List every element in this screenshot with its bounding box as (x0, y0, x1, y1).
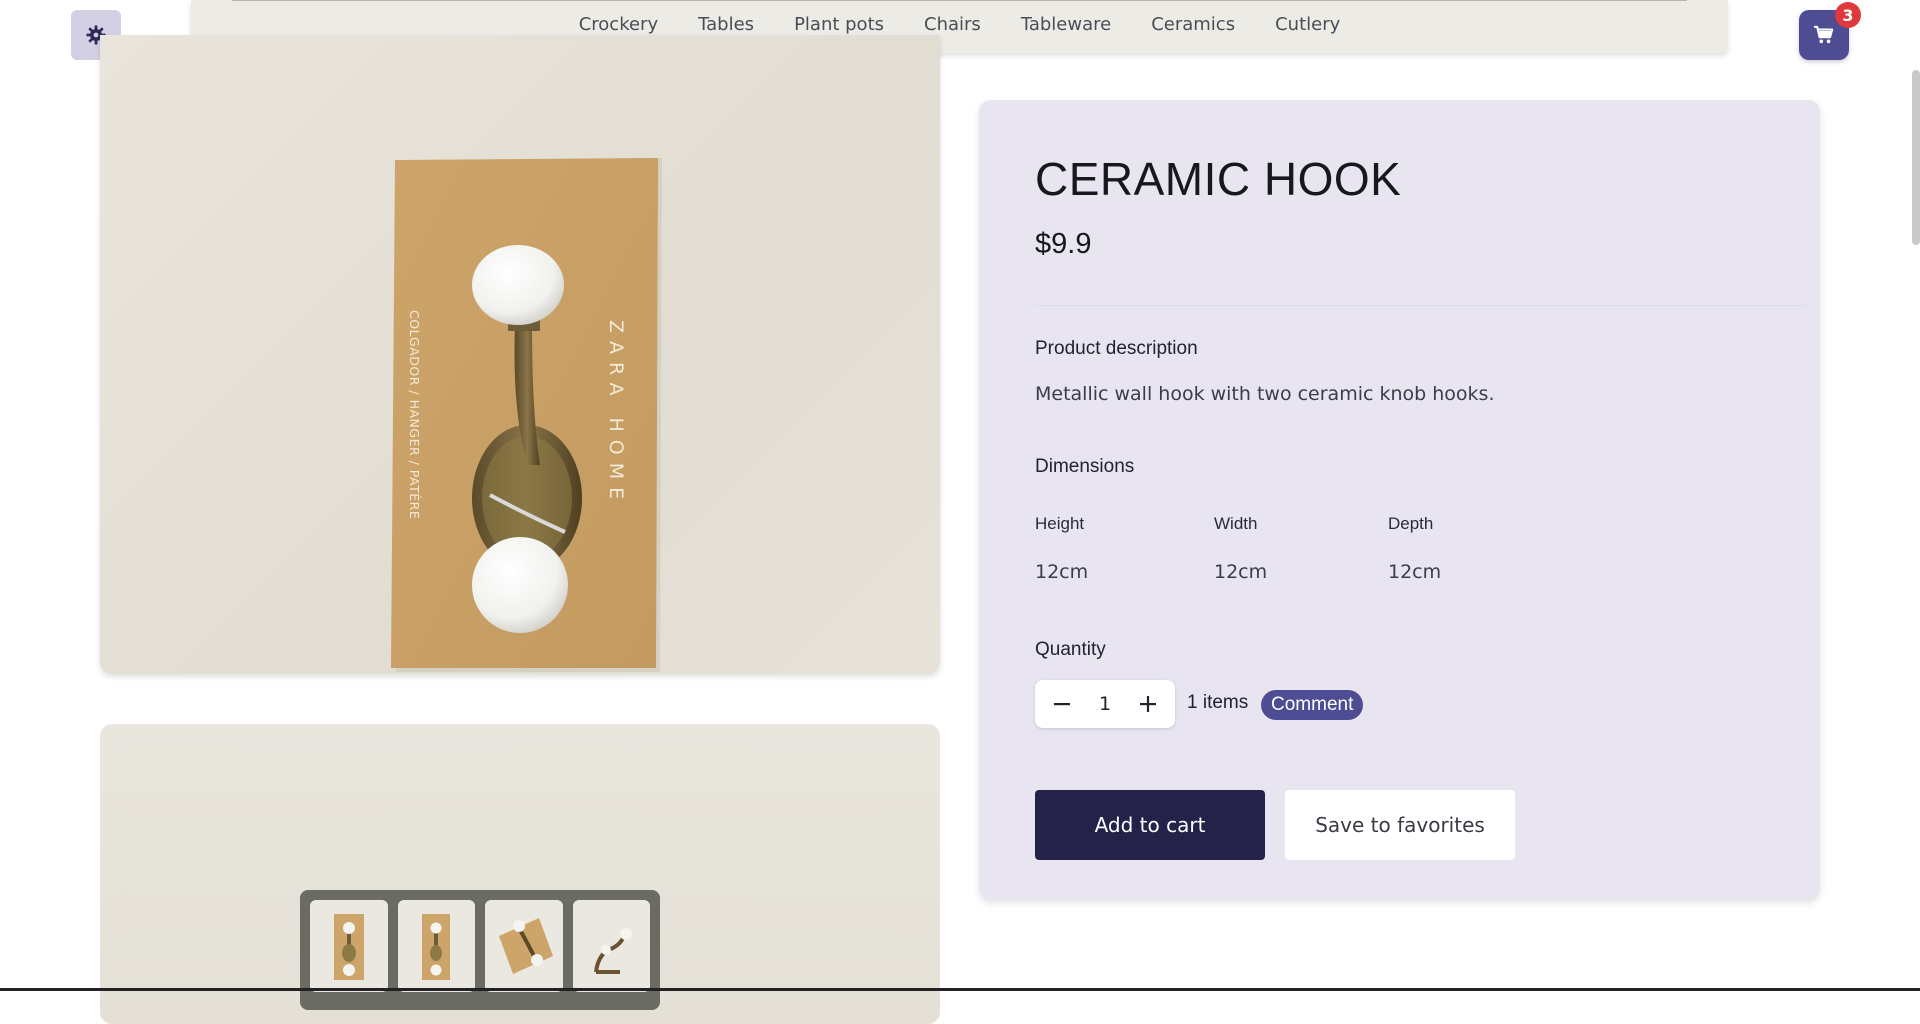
quantity-heading: Quantity (1035, 639, 1106, 660)
nav-item-tableware[interactable]: Tableware (1021, 14, 1111, 35)
thumbnail-4[interactable] (572, 900, 650, 992)
cart-icon (1814, 25, 1834, 44)
cart-count-badge: 3 (1835, 2, 1861, 28)
cart-button[interactable]: 3 (1799, 2, 1861, 60)
ceramic-hook-photo: ZARA HOME COLGADOR / HANGER / PATÈRE (391, 158, 662, 672)
quantity-stepper: 1 (1035, 680, 1175, 728)
depth-label: Depth (1388, 514, 1434, 533)
price-divider (1035, 305, 1806, 306)
product-description: Metallic wall hook with two ceramic knob… (1035, 383, 1495, 405)
comment-button[interactable]: Comment (1261, 690, 1364, 720)
nav-item-plant-pots[interactable]: Plant pots (794, 14, 884, 35)
nav-item-tables[interactable]: Tables (698, 14, 754, 35)
thumbnail-hook-bare (594, 928, 633, 974)
thumbnail-hook-side (422, 914, 451, 980)
thumbnail-hook-front (333, 914, 364, 980)
height-value: 12cm (1035, 561, 1089, 583)
nav-item-chairs[interactable]: Chairs (924, 14, 981, 35)
product-price: $9.9 (1035, 228, 1092, 260)
category-list: Crockery Tables Plant pots Chairs Tablew… (191, 14, 1728, 35)
decrease-quantity-button[interactable] (1049, 691, 1075, 717)
width-label: Width (1214, 514, 1258, 533)
quantity-value[interactable]: 1 (1099, 693, 1111, 715)
box-side-text: COLGADOR / HANGER / PATÈRE (407, 310, 422, 519)
nav-item-crockery[interactable]: Crockery (579, 14, 658, 35)
height-label: Height (1035, 514, 1085, 533)
thumbnail-hook-angle (498, 918, 553, 974)
add-to-cart-button[interactable]: Add to cart (1035, 790, 1265, 860)
thumbnail-3[interactable] (485, 900, 563, 992)
nav-divider (232, 0, 1687, 1)
thumbnail-1[interactable] (310, 900, 388, 992)
nav-item-cutlery[interactable]: Cutlery (1275, 14, 1340, 35)
thumbnail-2[interactable] (397, 900, 475, 992)
width-value: 12cm (1214, 561, 1268, 583)
increase-quantity-button[interactable] (1135, 691, 1161, 717)
minus-icon (1054, 703, 1070, 706)
description-heading: Product description (1035, 338, 1198, 359)
page-scrollbar[interactable] (1912, 70, 1920, 245)
save-to-favorites-button[interactable]: Save to favorites (1285, 790, 1515, 860)
depth-value: 12cm (1388, 561, 1442, 583)
dimensions-heading: Dimensions (1035, 456, 1135, 477)
thumbnail-strip (300, 890, 660, 1010)
product-main-image[interactable]: ZARA HOME COLGADOR / HANGER / PATÈRE (100, 35, 940, 674)
box-brand-text: ZARA HOME (605, 320, 627, 507)
nav-item-ceramics[interactable]: Ceramics (1151, 14, 1235, 35)
product-info-card: CERAMIC HOOK $9.9 Product description Me… (979, 100, 1820, 900)
plus-icon (1140, 696, 1156, 712)
items-count: 1 items (1187, 692, 1249, 713)
product-title: CERAMIC HOOK (1035, 153, 1402, 205)
